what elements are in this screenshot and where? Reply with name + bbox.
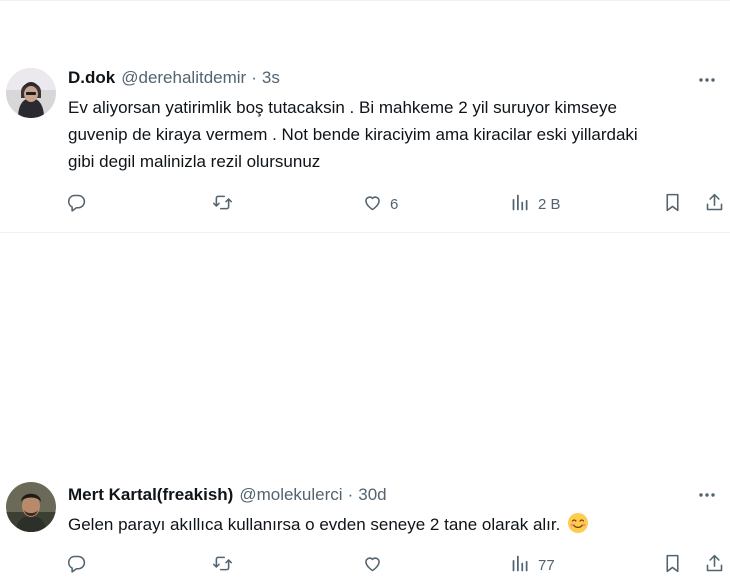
reply-button[interactable] (66, 552, 94, 578)
share-button[interactable] (704, 191, 725, 217)
bookmark-icon (662, 192, 683, 217)
views-button[interactable]: 2 B (510, 191, 561, 217)
like-icon (362, 553, 383, 578)
tweet-header: Mert Kartal(freakish) @molekulerci · 30d (68, 483, 387, 507)
views-icon (510, 192, 531, 217)
views-button[interactable]: 77 (510, 552, 555, 578)
bookmark-icon (662, 553, 683, 578)
more-icon[interactable] (696, 69, 718, 91)
bookmark-button[interactable] (662, 552, 683, 578)
avatar[interactable] (6, 482, 56, 532)
views-icon (510, 553, 531, 578)
timestamp[interactable]: 30d (358, 485, 386, 505)
views-count: 2 B (538, 195, 561, 213)
like-button[interactable]: 6 (362, 191, 398, 217)
user-handle[interactable]: @derehalitdemir (121, 68, 246, 88)
retweet-button[interactable] (212, 191, 240, 217)
retweet-icon (212, 192, 233, 217)
like-icon (362, 192, 383, 217)
tweet-text-line: guvenip de kiraya vermem . Not bende kir… (68, 125, 638, 144)
reply-button[interactable] (66, 191, 94, 217)
tweet-text: Ev aliyorsan yatirimlik boş tutacaksin .… (68, 94, 720, 175)
like-count: 6 (390, 195, 399, 213)
separator-dot: · (251, 68, 257, 87)
tweet-header: D.dok @derehalitdemir · 3s (68, 66, 280, 90)
share-icon (704, 553, 725, 578)
tweet-text-content: Gelen parayı akıllıca kullanırsa o evden… (68, 515, 561, 534)
tweet-text-line: Ev aliyorsan yatirimlik boş tutacaksin .… (68, 98, 617, 117)
bookmark-button[interactable] (662, 191, 683, 217)
smiling-face-emoji (567, 512, 589, 534)
timestamp[interactable]: 3s (262, 68, 280, 88)
display-name[interactable]: D.dok (68, 68, 115, 88)
tweet[interactable]: D.dok @derehalitdemir · 3s Ev aliyorsan … (0, 0, 730, 233)
avatar[interactable] (6, 68, 56, 118)
share-icon (704, 192, 725, 217)
tweet-text: Gelen parayı akıllıca kullanırsa o evden… (68, 511, 720, 538)
tweet-actions: 77 (64, 552, 726, 578)
separator-dot: · (347, 485, 354, 504)
views-count: 77 (538, 556, 555, 574)
share-button[interactable] (704, 552, 725, 578)
user-handle[interactable]: @molekulerci (239, 485, 342, 505)
reply-icon (66, 553, 87, 578)
tweet-text-line: Gelen parayı akıllıca kullanırsa o evden… (68, 511, 720, 538)
reply-icon (66, 192, 87, 217)
like-button[interactable] (362, 552, 390, 578)
retweet-icon (212, 553, 233, 578)
display-name[interactable]: Mert Kartal(freakish) (68, 485, 233, 505)
tweet[interactable]: Mert Kartal(freakish) @molekulerci · 30d… (0, 233, 730, 574)
tweet-actions: 6 2 B (64, 191, 726, 217)
tweet-text-line: gibi degil malinizla rezil olursunuz (68, 152, 321, 171)
retweet-button[interactable] (212, 552, 240, 578)
more-icon[interactable] (696, 484, 718, 506)
